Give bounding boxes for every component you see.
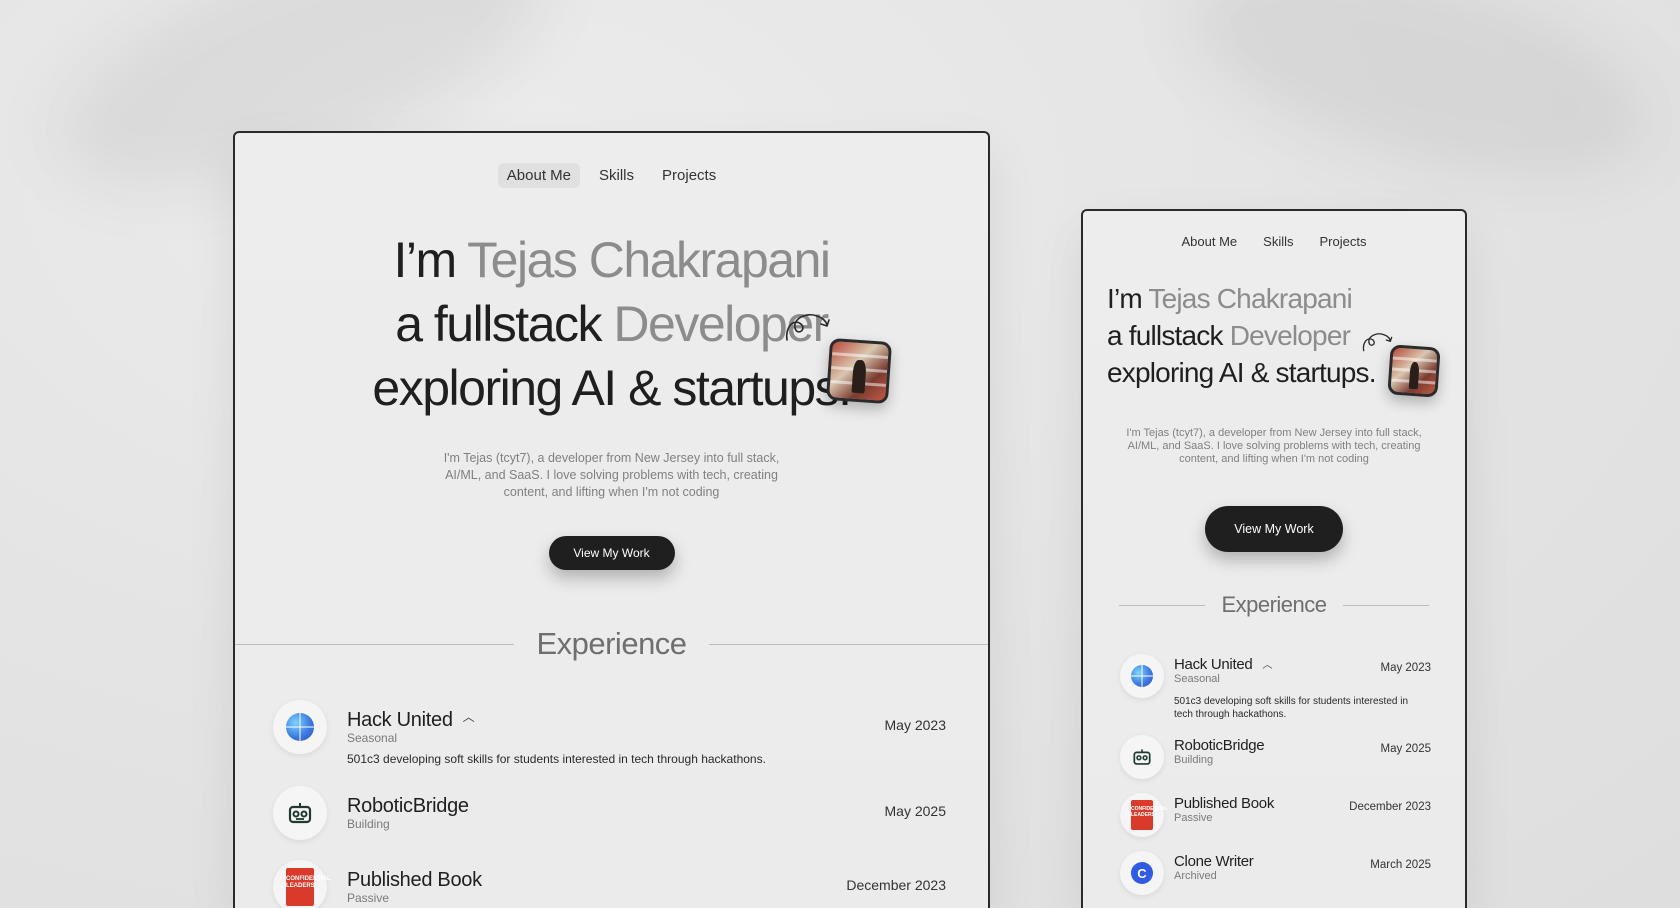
experience-status: Passive (1174, 812, 1213, 824)
globe-icon (273, 700, 327, 754)
divider (708, 643, 988, 645)
hero-section: I’m Tejas Chakrapani a fullstack Develop… (1083, 280, 1465, 398)
experience-title: Hack United (347, 709, 453, 731)
divider (1342, 604, 1429, 606)
nav-skills[interactable]: Skills (1257, 231, 1299, 252)
experience-list: Hack United ︿ Seasonal 501c3 developing s… (273, 700, 946, 908)
hero-name: Tejas Chakrapani (467, 232, 831, 288)
profile-avatar (825, 337, 893, 405)
experience-date: May 2023 (1380, 662, 1431, 674)
nav-projects[interactable]: Projects (653, 163, 725, 188)
experience-title: Experience (1221, 592, 1327, 617)
experience-item-roboticbridge[interactable]: RoboticBridge Building May 2025 (1120, 735, 1431, 779)
background-leaf-shadow (1164, 0, 1676, 220)
chevron-up-icon[interactable]: ︿ (1262, 656, 1272, 671)
hero-bio: I'm Tejas (tcyt7), a developer from New … (1126, 427, 1422, 465)
hero-headline-line-1: I’m Tejas Chakrapani (1107, 283, 1353, 314)
clone-c-icon: C (1120, 851, 1164, 895)
robot-icon (273, 786, 327, 840)
squiggle-arrow-icon (785, 313, 830, 341)
mobile-preview-frame: About Me Skills Projects I’m Tejas Chakr… (1081, 209, 1467, 908)
experience-date: May 2025 (1380, 743, 1431, 755)
chevron-up-icon[interactable]: ︿ (463, 708, 475, 725)
experience-item-published-book[interactable]: CONFIDENTIAL LEADERS Published Book Pass… (1120, 793, 1431, 837)
experience-item-published-book[interactable]: CONFIDENTIAL LEADERS Published Book Pass… (273, 860, 946, 908)
book-cover: CONFIDENTIAL LEADERS (1131, 800, 1168, 830)
experience-status: Seasonal (347, 731, 398, 745)
experience-date: May 2025 (884, 803, 946, 819)
hero-section: I’m Tejas Chakrapani a fullstack Develop… (235, 228, 988, 420)
experience-heading: Experience (1083, 592, 1465, 618)
robot-icon (1120, 735, 1164, 779)
globe-icon (1120, 654, 1164, 698)
experience-date: May 2023 (884, 717, 946, 733)
book-cover: CONFIDENTIAL LEADERS (286, 868, 331, 906)
nav-about-me[interactable]: About Me (497, 163, 580, 188)
nav-skills[interactable]: Skills (590, 163, 643, 188)
hero-headline-line-1: I’m Tejas Chakrapani (393, 232, 831, 288)
experience-title: RoboticBridge (1174, 737, 1265, 754)
experience-title: Published Book (347, 869, 482, 891)
top-nav: About Me Skills Projects (1083, 231, 1465, 252)
experience-status: Building (1174, 754, 1214, 766)
nav-about-me[interactable]: About Me (1176, 231, 1244, 252)
nav-projects[interactable]: Projects (1314, 231, 1373, 252)
experience-status: Passive (347, 891, 390, 905)
top-nav: About Me Skills Projects (235, 163, 988, 188)
experience-title: Clone Writer (1174, 853, 1254, 870)
experience-list: Hack United ︿ Seasonal 501c3 developing s… (1120, 654, 1431, 895)
squiggle-arrow-icon (1362, 333, 1393, 352)
experience-heading: Experience (235, 626, 988, 662)
experience-item-hack-united[interactable]: Hack United ︿ Seasonal 501c3 developing s… (1120, 654, 1431, 721)
experience-status: Archived (1174, 870, 1217, 882)
hero-bio: I'm Tejas (tcyt7), a developer from New … (443, 451, 780, 499)
experience-title: RoboticBridge (347, 795, 469, 817)
experience-item-hack-united[interactable]: Hack United ︿ Seasonal 501c3 developing s… (273, 700, 946, 766)
experience-title: Experience (536, 626, 687, 661)
hero-role: Developer (1229, 320, 1351, 351)
desktop-preview-frame: About Me Skills Projects I’m Tejas Chakr… (233, 131, 990, 908)
divider (235, 643, 515, 645)
book-icon: CONFIDENTIAL LEADERS (273, 860, 331, 908)
experience-date: March 2025 (1370, 859, 1431, 871)
hero-name: Tejas Chakrapani (1148, 283, 1352, 314)
divider (1119, 604, 1206, 606)
experience-date: December 2023 (1349, 801, 1431, 813)
book-icon: CONFIDENTIAL LEADERS (1120, 793, 1168, 837)
profile-avatar (1387, 344, 1441, 398)
experience-status: Seasonal (1174, 673, 1220, 685)
experience-description: 501c3 developing soft skills for student… (1174, 696, 1409, 720)
experience-status: Building (347, 817, 390, 831)
experience-title: Hack United (1174, 656, 1253, 673)
view-my-work-button[interactable]: View My Work (548, 536, 675, 570)
view-my-work-button[interactable]: View My Work (1205, 506, 1343, 552)
experience-description: 501c3 developing soft skills for student… (347, 752, 766, 766)
experience-date: December 2023 (846, 877, 946, 893)
experience-title: Published Book (1174, 795, 1275, 812)
experience-item-clone-writer[interactable]: C Clone Writer Archived March 2025 (1120, 851, 1431, 895)
clone-logo-letter: C (1131, 862, 1153, 884)
experience-item-roboticbridge[interactable]: RoboticBridge Building May 2025 (273, 786, 946, 840)
